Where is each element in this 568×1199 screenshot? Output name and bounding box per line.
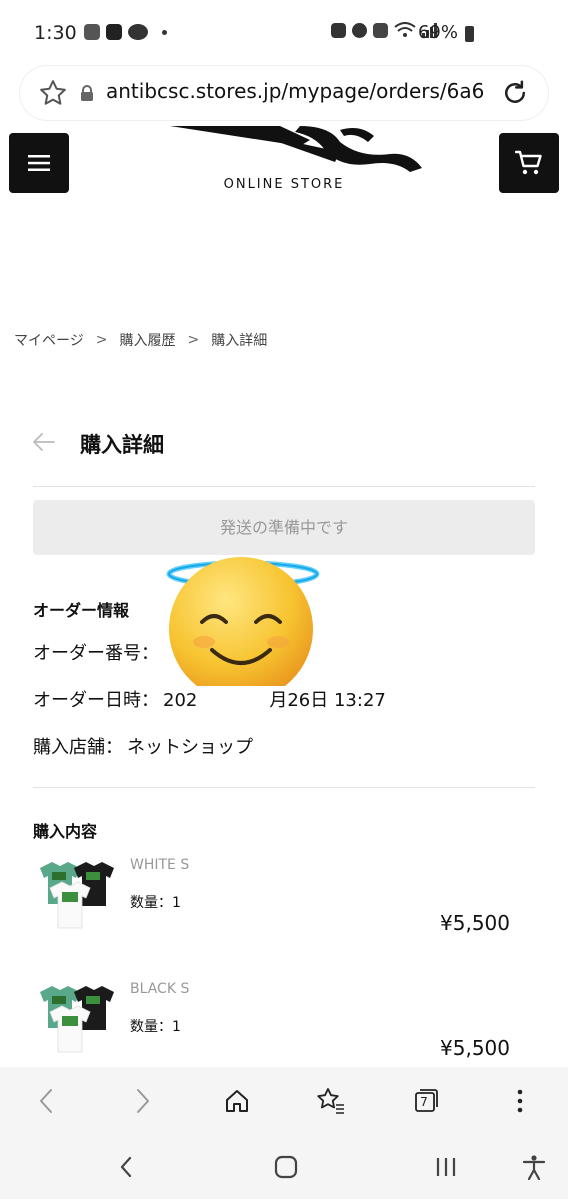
system-back-button[interactable]	[110, 1151, 142, 1183]
cart-button[interactable]	[499, 133, 559, 193]
system-recents-button[interactable]	[430, 1151, 462, 1183]
order-status-badge: 発送の準備中です	[33, 500, 535, 555]
order-date-label: オーダー日時：	[33, 690, 159, 711]
url-text[interactable]: antibcsc.stores.jp/mypage/orders/6a6	[106, 79, 490, 103]
product-thumbnail[interactable]	[38, 982, 114, 1058]
home-pill-icon	[274, 1155, 298, 1179]
breadcrumb-separator: >	[187, 332, 200, 348]
reload-icon[interactable]	[500, 78, 530, 108]
item-variant: BLACK S	[130, 981, 190, 997]
forward-button[interactable]	[126, 1084, 160, 1118]
paypay-icon	[106, 24, 122, 40]
mute-icon	[373, 22, 388, 38]
order-info-heading: オーダー情報	[33, 601, 130, 620]
notification-icons	[84, 24, 167, 40]
accessibility-button[interactable]	[518, 1151, 550, 1183]
halo-smiling-face-emoji	[166, 557, 320, 686]
chevron-left-icon	[120, 1156, 132, 1178]
status-time: 1:30	[34, 22, 77, 44]
order-date-row: オーダー日時： 202 月26日 13:27	[33, 686, 386, 712]
order-date-value-start: 202	[163, 690, 198, 711]
item-price: ¥5,500	[440, 911, 510, 935]
lock-icon	[81, 85, 93, 101]
back-arrow-icon[interactable]	[32, 430, 56, 454]
divider	[33, 486, 535, 487]
bookmarks-button[interactable]	[314, 1084, 348, 1118]
brand-logo[interactable]	[160, 122, 430, 174]
status-bar: 1:30 69%	[0, 0, 568, 70]
home-button[interactable]	[220, 1084, 254, 1118]
battery-percent: 69%	[417, 22, 458, 43]
back-button[interactable]	[29, 1084, 63, 1118]
bookmarks-star-icon	[317, 1088, 344, 1114]
breadcrumb-purchase-detail: 購入詳細	[211, 333, 268, 349]
order-number-row: オーダー番号：	[33, 639, 159, 665]
chevron-right-icon	[137, 1089, 149, 1113]
cart-icon	[515, 150, 542, 175]
item-quantity: 数量：1	[130, 895, 181, 911]
battery-saver-icon	[331, 22, 346, 38]
page-title: 購入詳細	[80, 433, 164, 457]
item-quantity: 数量：1	[130, 1019, 181, 1035]
divider	[33, 787, 535, 788]
breadcrumb-purchase-history[interactable]: 購入履歴	[119, 330, 175, 350]
system-navigation-bar	[0, 1135, 568, 1199]
browser-toolbar: 7	[0, 1067, 568, 1135]
store-label: 購入店舗：	[33, 737, 123, 758]
product-thumbnail[interactable]	[38, 858, 114, 934]
more-vertical-icon	[517, 1089, 523, 1113]
bookmark-star-icon[interactable]	[38, 78, 68, 108]
system-home-button[interactable]	[270, 1151, 302, 1183]
store-row: 購入店舗： ネットショップ	[33, 733, 253, 759]
tabs-button[interactable]: 7	[409, 1084, 443, 1118]
breadcrumb-separator: >	[95, 332, 108, 348]
purchase-heading: 購入内容	[33, 822, 98, 841]
more-options-button[interactable]	[503, 1084, 537, 1118]
site-header: ONLINE STORE	[0, 122, 568, 202]
tab-count: 7	[420, 1095, 428, 1109]
mail-icon	[84, 24, 100, 40]
hamburger-icon	[28, 155, 50, 171]
battery-icon	[465, 26, 474, 42]
url-bar[interactable]: antibcsc.stores.jp/mypage/orders/6a6	[20, 66, 548, 120]
recents-icon	[436, 1158, 456, 1176]
home-icon	[226, 1090, 248, 1112]
breadcrumb: マイページ > 購入履歴 > 購入詳細	[14, 330, 267, 350]
alarm-icon	[352, 22, 367, 38]
wifi-icon	[394, 22, 416, 37]
item-price: ¥5,500	[440, 1036, 510, 1060]
logo-text: ONLINE STORE	[223, 177, 345, 192]
chevron-left-icon	[40, 1089, 52, 1113]
breadcrumb-mypage[interactable]: マイページ	[14, 330, 84, 350]
item-variant: WHITE S	[130, 857, 190, 873]
store-value: ネットショップ	[127, 737, 253, 758]
order-date-value-end: 月26日 13:27	[269, 690, 386, 711]
more-notifications-icon	[162, 29, 167, 35]
order-number-label: オーダー番号：	[33, 643, 159, 664]
accessibility-icon	[522, 1155, 546, 1180]
line-icon	[128, 24, 148, 40]
